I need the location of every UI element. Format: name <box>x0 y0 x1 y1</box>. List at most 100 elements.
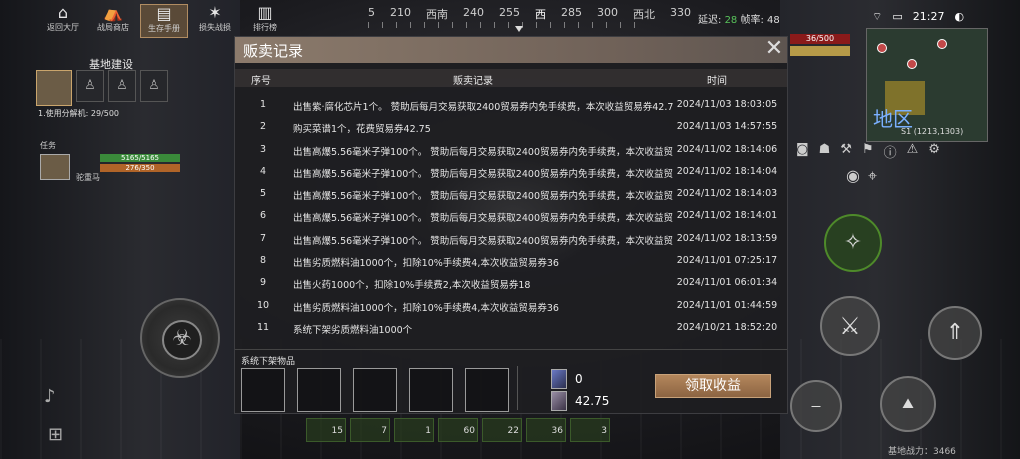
item-slot[interactable] <box>353 368 397 412</box>
info-icon[interactable]: ⓘ <box>884 142 897 161</box>
close-button[interactable]: ✕ <box>763 36 785 61</box>
flag-icon[interactable]: ⚑ <box>862 142 874 161</box>
base-slot[interactable]: ♙ <box>76 70 104 102</box>
location-icon[interactable]: ⌖ <box>868 166 877 186</box>
hotbar-slot[interactable]: 60 <box>438 418 478 442</box>
sales-record-dialog: 贩卖记录 ✕ 序号 贩卖记录 时间 1 出售紫·腐化芯片1个。 赞助后每月交易获取… <box>234 36 788 414</box>
item-slot[interactable] <box>297 368 341 412</box>
base-panel: 基地建设 ♙ ♙ ♙ 1.使用分解机: 29/500 任务 5165/5165 … <box>36 56 196 186</box>
base-slot[interactable]: ♙ <box>108 70 136 102</box>
row-record: 出售高爆5.56毫米子弹100个。 赞助后每月交易获取2400贸易券内免手续费，… <box>293 213 673 225</box>
income-value: 0 <box>575 372 583 386</box>
nav-shop-button[interactable]: ⛺ 战局商店 <box>90 4 136 36</box>
hotbar-slot[interactable]: 36 <box>526 418 566 442</box>
row-record: 出售高爆5.56毫米子弹100个。 赞助后每月交易获取2400贸易券内免手续费，… <box>293 168 673 180</box>
trade-voucher-icon <box>551 391 567 411</box>
income-summary: 0 42.75 <box>551 368 609 412</box>
movement-joystick[interactable]: ☣ <box>140 298 220 378</box>
compass-tick: 240 <box>463 6 484 19</box>
biohazard-icon: ☣ <box>162 320 202 360</box>
warning-icon[interactable]: ⚠ <box>907 142 919 161</box>
item-slot[interactable] <box>465 368 509 412</box>
row-time: 2024/11/02 18:14:03 <box>676 188 778 200</box>
table-row: 7 出售高爆5.56毫米子弹100个。 赞助后每月交易获取2400贸易券内免手续费… <box>235 229 787 251</box>
dialog-header <box>235 37 787 63</box>
fps-label: 帧率: <box>740 15 764 26</box>
minimap[interactable]: 地区 S1 (1213,1303) <box>866 28 988 142</box>
row-record: 出售高爆5.56毫米子弹100个。 赞助后每月交易获取2400贸易券内免手续费，… <box>293 146 673 158</box>
map-pin-icon <box>937 39 947 49</box>
row-time: 2024/11/01 06:01:34 <box>676 277 778 289</box>
nav-lobby-button[interactable]: ⌂ 返回大厅 <box>40 4 86 36</box>
tool-icon[interactable]: ⚒ <box>840 142 852 161</box>
latency-label: 延迟: <box>698 15 722 26</box>
mic-icon[interactable]: ◉ <box>846 166 860 186</box>
nav-loss-button[interactable]: ✶ 损失战损 <box>192 4 238 36</box>
income-line: 0 <box>551 368 609 390</box>
mask-icon[interactable]: ☗ <box>819 142 831 161</box>
prone-icon: ⎯ <box>811 395 821 416</box>
attack-button[interactable]: ⚔ <box>820 296 880 356</box>
prone-button[interactable]: ⎯ <box>790 380 842 432</box>
nav-label: 返回大厅 <box>47 23 79 32</box>
home-icon: ⌂ <box>57 3 69 22</box>
offshelf-slots <box>241 368 509 412</box>
whistle-icon[interactable]: ♪ <box>44 386 56 407</box>
camera-icon[interactable]: ◙ <box>796 142 809 161</box>
map-icon[interactable]: ⊞ <box>48 424 63 445</box>
nav-label: 战局商店 <box>97 23 129 32</box>
row-record: 出售火药1000个，扣除10%手续费2,本次收益贸易券18 <box>293 280 531 292</box>
hotbar-slot[interactable]: 1 <box>394 418 434 442</box>
compass-tick: 5 <box>368 6 375 19</box>
row-time: 2024/10/21 18:52:20 <box>676 321 778 333</box>
hotbar-slot[interactable]: 15 <box>306 418 346 442</box>
item-slot[interactable] <box>409 368 453 412</box>
row-time: 2024/11/03 14:57:55 <box>676 121 778 133</box>
jump-button[interactable]: ⇑ <box>928 306 982 360</box>
row-no: 11 <box>256 321 270 333</box>
compass: 5 210 西南 240 255 西 285 300 西北 330 <box>368 6 691 22</box>
income-value: 42.75 <box>575 394 610 408</box>
nav-label: 生存手册 <box>148 24 180 33</box>
hotbar-slot[interactable]: 22 <box>482 418 522 442</box>
base-slot[interactable]: ♙ <box>140 70 168 102</box>
hotbar-slot[interactable]: 3 <box>570 418 610 442</box>
table-row: 8 出售劣质燃料油1000个，扣除10%手续费4,本次收益贸易券36 2024/11… <box>235 251 787 273</box>
vehicle-fuel-bar <box>790 46 850 56</box>
crouch-button[interactable]: ⯅ <box>880 376 936 432</box>
compass-tick: 210 <box>390 6 411 19</box>
dialog-title: 贩卖记录 <box>243 42 304 60</box>
record-list[interactable]: 1 出售紫·腐化芯片1个。 赞助后每月交易获取2400贸易券内免手续费，本次收益贸… <box>235 95 787 347</box>
trade-card-icon <box>551 369 567 389</box>
nav-rank-button[interactable]: ▥ 排行榜 <box>242 4 288 36</box>
moon-icon: ◐ <box>954 10 965 23</box>
pet-name: 驼重马 <box>76 173 100 182</box>
row-record: 出售高爆5.56毫米子弹100个。 赞助后每月交易获取2400贸易券内免手续费，… <box>293 191 673 203</box>
row-record: 出售高爆5.56毫米子弹100个。 赞助后每月交易获取2400贸易券内免手续费，… <box>293 235 673 247</box>
pet-avatar[interactable] <box>40 154 70 180</box>
row-record: 出售劣质燃料油1000个，扣除10%手续费4,本次收益贸易券36 <box>293 302 559 314</box>
wifi-icon: ⌔ <box>872 10 883 23</box>
hotbar-slot[interactable]: 7 <box>350 418 390 442</box>
row-time: 2024/11/02 18:13:59 <box>676 232 778 244</box>
gear-icon[interactable]: ⚙ <box>928 142 940 161</box>
table-row: 11 系统下架劣质燃料油1000个 2024/10/21 18:52:20 <box>235 318 787 340</box>
base-avatar[interactable] <box>36 70 72 106</box>
special-action-button[interactable]: ✧ <box>824 214 882 272</box>
map-pin-icon <box>877 43 887 53</box>
row-no: 8 <box>259 255 267 267</box>
minimap-coord-value: (1213,1303) <box>913 127 964 136</box>
book-icon: ▤ <box>156 4 172 23</box>
close-icon: ✕ <box>764 36 784 61</box>
compass-tick: 西南 <box>426 8 448 21</box>
nav-manual-button[interactable]: ▤ 生存手册 <box>140 4 188 38</box>
claim-income-button[interactable]: 领取收益 <box>655 374 771 398</box>
item-slot[interactable] <box>241 368 285 412</box>
battery-icon: ▭ <box>892 10 903 23</box>
table-row: 3 出售高爆5.56毫米子弹100个。 赞助后每月交易获取2400贸易券内免手续费… <box>235 140 787 162</box>
divider <box>517 366 518 410</box>
compass-ticks <box>368 22 648 28</box>
jump-icon: ⇑ <box>945 320 965 345</box>
task-label: 任务 <box>40 141 56 150</box>
base-power-text: 基地战力：3466 <box>888 447 956 457</box>
